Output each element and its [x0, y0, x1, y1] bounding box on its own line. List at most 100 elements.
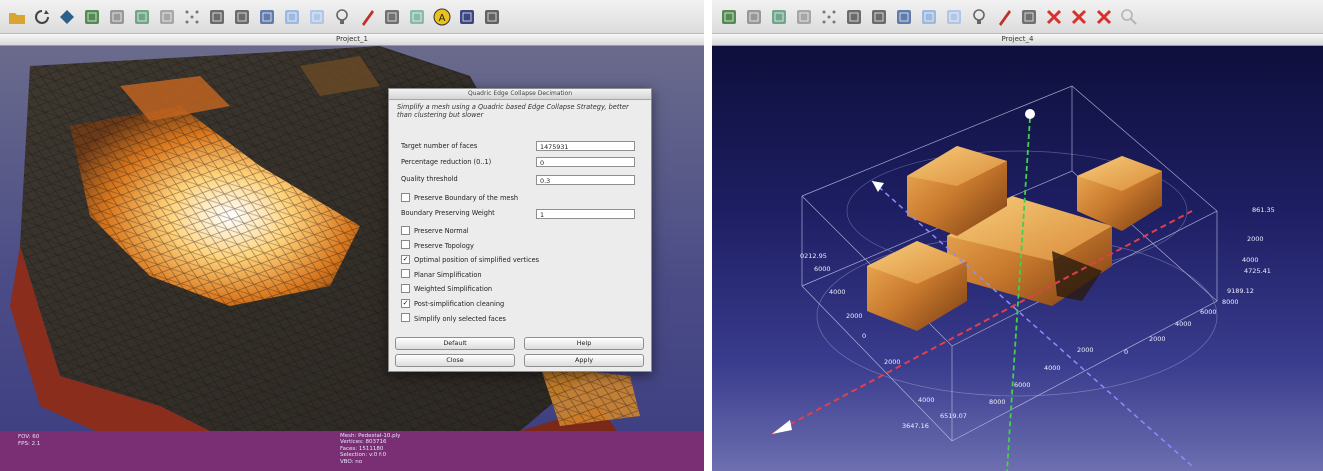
- cross-tool-icon[interactable]: [1070, 8, 1088, 26]
- right-3d-viewport[interactable]: 861.35 2000 4000 4725.41 9189.12 8000 6000 4000…: [712, 46, 1323, 471]
- snapshot-icon[interactable]: [83, 8, 101, 26]
- lightbulb-icon[interactable]: [333, 8, 351, 26]
- smooth-icon[interactable]: [920, 8, 938, 26]
- axis-tick-label: 0: [862, 332, 866, 340]
- axis-tick-label: 2000: [1149, 335, 1166, 343]
- points-icon[interactable]: [820, 8, 838, 26]
- axis-tick-label: 4725.41: [1244, 267, 1271, 275]
- y-axis-arrow: [1025, 109, 1035, 119]
- option-checkbox[interactable]: [401, 283, 410, 293]
- center-icon[interactable]: [133, 8, 151, 26]
- help-button[interactable]: Help: [524, 337, 644, 350]
- axis-tick-label: 2000: [846, 312, 863, 320]
- flat-icon[interactable]: [895, 8, 913, 26]
- center-icon[interactable]: [770, 8, 788, 26]
- option-checkbox[interactable]: [401, 225, 410, 235]
- option-checkbox[interactable]: ✓: [401, 298, 410, 308]
- option-row[interactable]: ✓ Optimal position of simplified vertices: [401, 254, 539, 266]
- apply-button[interactable]: Apply: [524, 354, 644, 367]
- bbox-icon[interactable]: [158, 8, 176, 26]
- hidden-lines-icon[interactable]: [870, 8, 888, 26]
- option-label: Optimal position of simplified vertices: [414, 256, 540, 265]
- x-axis-arrow: [772, 420, 792, 434]
- option-row[interactable]: Preserve Normal: [401, 225, 469, 237]
- snapshot-icon[interactable]: [720, 8, 738, 26]
- right-window-title: Project_4: [712, 34, 1323, 46]
- axis-tick-label: 6000: [1200, 308, 1217, 316]
- pick-icon[interactable]: [408, 8, 426, 26]
- axis-tick-label: 0: [1124, 348, 1128, 356]
- option-row[interactable]: Preserve Topology: [401, 240, 474, 252]
- quality-threshold-input[interactable]: 0.3: [536, 175, 635, 185]
- texture-icon[interactable]: [945, 8, 963, 26]
- fps-text: FPS: 2.1: [18, 440, 41, 447]
- right-toolbar: [712, 0, 1323, 34]
- flat-icon[interactable]: [258, 8, 276, 26]
- preserve-boundary-checkbox[interactable]: [401, 192, 410, 202]
- svg-text:A: A: [439, 13, 446, 24]
- wireframe-icon[interactable]: [845, 8, 863, 26]
- option-label: Preserve Normal: [414, 227, 469, 235]
- option-checkbox[interactable]: [401, 269, 410, 279]
- axis-tick-label: 4000: [1044, 364, 1061, 372]
- boundary-weight-input[interactable]: 1: [536, 209, 635, 219]
- texture-icon[interactable]: [308, 8, 326, 26]
- bbox-icon[interactable]: [795, 8, 813, 26]
- annotation-icon[interactable]: A: [433, 8, 451, 26]
- option-label: Preserve Topology: [414, 241, 474, 250]
- option-row[interactable]: Planar Simplification: [401, 269, 482, 281]
- fov-text: FOV: 60: [18, 434, 40, 440]
- percentage-reduction-label: Percentage reduction (0..1): [401, 158, 492, 166]
- radiance-icon[interactable]: [458, 8, 476, 26]
- model-object: [867, 146, 1162, 331]
- axis-tick-label: 2000: [1247, 235, 1264, 243]
- open-folder-icon[interactable]: [8, 8, 26, 26]
- axis-tick-label: 4000: [1175, 320, 1192, 328]
- target-faces-input[interactable]: 1475931: [536, 141, 635, 151]
- option-row[interactable]: Simplify only selected faces: [401, 313, 506, 325]
- zoom-icon[interactable]: [1120, 8, 1138, 26]
- option-label: Weighted Simplification: [414, 285, 493, 294]
- layer-icon[interactable]: [108, 8, 126, 26]
- target-faces-label: Target number of faces: [401, 142, 478, 150]
- eye-diamond-icon[interactable]: [58, 8, 76, 26]
- preserve-boundary-label: Preserve Boundary of the mesh: [414, 194, 519, 202]
- reload-icon[interactable]: [33, 8, 51, 26]
- option-checkbox[interactable]: ✓: [401, 254, 410, 264]
- view-info-left: FOV: 60 FPS: 2.1: [18, 434, 40, 447]
- layer-icon[interactable]: [745, 8, 763, 26]
- option-checkbox[interactable]: [401, 240, 410, 250]
- quality-icon[interactable]: [483, 8, 501, 26]
- axis-tick-label: 2000: [884, 358, 901, 366]
- default-button[interactable]: Default: [395, 337, 515, 350]
- selection-icon[interactable]: [383, 8, 401, 26]
- option-label: Planar Simplification: [414, 270, 482, 279]
- points-icon[interactable]: [183, 8, 201, 26]
- option-row[interactable]: Weighted Simplification: [401, 283, 492, 295]
- close-button[interactable]: Close: [395, 354, 515, 367]
- paint-brush-icon[interactable]: [995, 8, 1013, 26]
- dialog-description: Simplify a mesh using a Quadric based Ed…: [397, 103, 629, 120]
- axis-tick-label: 8000: [1222, 298, 1239, 306]
- hidden-lines-icon[interactable]: [233, 8, 251, 26]
- option-checkbox[interactable]: [401, 313, 410, 323]
- percentage-reduction-input[interactable]: 0: [536, 157, 635, 167]
- bbox-scene: 861.35 2000 4000 4725.41 9189.12 8000 6000 4000…: [771, 85, 1275, 471]
- axis-tick-label: 6519.07: [940, 412, 967, 420]
- paint-brush-icon[interactable]: [358, 8, 376, 26]
- wireframe-icon[interactable]: [208, 8, 226, 26]
- cross-tool-icon[interactable]: [1045, 8, 1063, 26]
- option-row[interactable]: ✓ Post-simplification cleaning: [401, 298, 504, 310]
- decimation-dialog: Quadric Edge Collapse Decimation Simplif…: [388, 88, 652, 372]
- lightbulb-icon[interactable]: [970, 8, 988, 26]
- option-label: Post-simplification cleaning: [414, 300, 505, 308]
- axis-tick-label: 9189.12: [1227, 287, 1254, 295]
- selection-icon[interactable]: [1020, 8, 1038, 26]
- axis-tick-label: 0212.95: [800, 252, 827, 260]
- axis-tick-label: 4000: [918, 396, 935, 404]
- cross-tool-icon[interactable]: [1095, 8, 1113, 26]
- option-label: Simplify only selected faces: [414, 314, 506, 323]
- right-window: Project_4 861.35 2000 4000 4725.41 9189.…: [712, 0, 1323, 471]
- smooth-icon[interactable]: [283, 8, 301, 26]
- preserve-boundary-option[interactable]: Preserve Boundary of the mesh: [401, 192, 518, 204]
